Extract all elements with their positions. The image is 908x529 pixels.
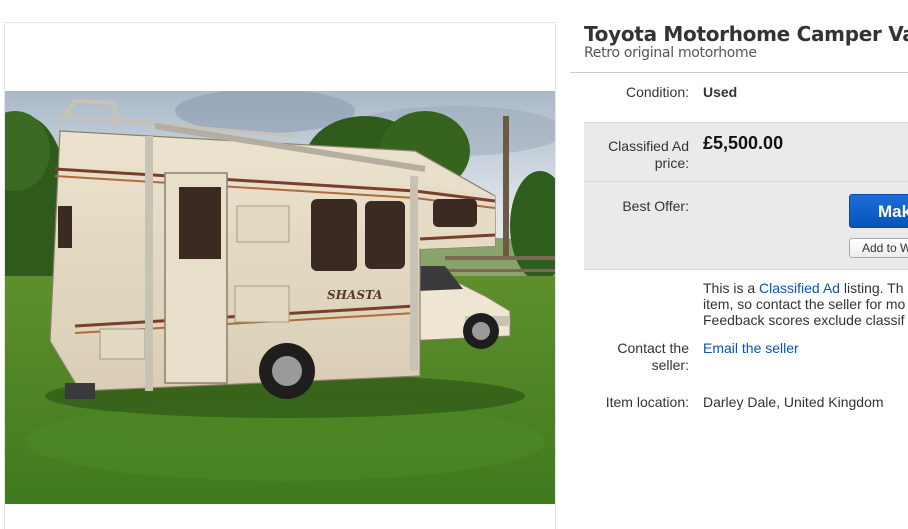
email-seller-link[interactable]: Email the seller bbox=[703, 340, 799, 357]
contact-label-line2: seller: bbox=[651, 357, 689, 373]
price-label: Classified Ad price: bbox=[570, 138, 689, 172]
classified-ad-link[interactable]: Classified Ad bbox=[759, 280, 840, 296]
classified-notice-prefix: This is a bbox=[703, 280, 760, 296]
classified-notice-line3: Feedback scores exclude classif bbox=[703, 312, 905, 328]
price-value: £5,500.00 bbox=[703, 133, 784, 153]
make-offer-button[interactable]: Mak bbox=[849, 194, 908, 228]
classified-notice-line2: item, so contact the seller for mo bbox=[703, 296, 906, 312]
listing-photo[interactable]: SHASTA bbox=[5, 91, 555, 504]
item-location-label: Item location: bbox=[605, 394, 689, 410]
divider bbox=[570, 72, 908, 73]
listing-subtitle: Retro original motorhome bbox=[584, 45, 757, 61]
price-label-line1: Classified Ad bbox=[608, 138, 689, 154]
item-location-value: Darley Dale, United Kingdom bbox=[703, 394, 884, 410]
classified-notice: This is a Classified Ad listing. Th item… bbox=[703, 280, 908, 328]
listing-title: Toyota Motorhome Camper Van bbox=[584, 22, 908, 46]
contact-seller-label: Contact the seller: bbox=[570, 340, 689, 374]
classified-notice-suffix: listing. Th bbox=[839, 280, 904, 296]
condition-value: Used bbox=[703, 84, 738, 100]
add-to-watchlist-button[interactable]: Add to W bbox=[849, 238, 908, 258]
price-label-line2: price: bbox=[654, 155, 689, 171]
motorhome-photo-illustration: SHASTA bbox=[5, 91, 555, 504]
shasta-decal: SHASTA bbox=[327, 288, 383, 302]
listing-details: Toyota Motorhome Camper Van Retro origin… bbox=[570, 0, 908, 529]
condition-label: Condition: bbox=[625, 84, 689, 100]
contact-label-line1: Contact the bbox=[617, 340, 689, 356]
image-panel: SHASTA bbox=[4, 22, 556, 529]
best-offer-label: Best Offer: bbox=[622, 198, 689, 214]
